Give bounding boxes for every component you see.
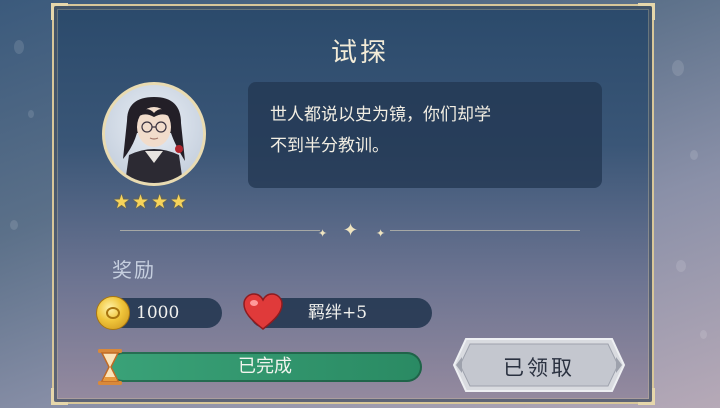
star-rating: ★ ★ ★ ★ xyxy=(113,193,187,212)
star-icon: ★ xyxy=(151,191,169,213)
divider-line xyxy=(390,230,580,231)
progress-status-label: 已完成 xyxy=(238,356,292,377)
panel-corner-ornament xyxy=(638,3,655,20)
coin-reward[interactable]: 1000 xyxy=(96,296,222,330)
bond-reward[interactable]: 羁绊+5 xyxy=(243,293,432,330)
divider-line xyxy=(120,230,320,231)
star-icon: ★ xyxy=(113,191,131,213)
bond-amount: 羁绊+5 xyxy=(308,303,368,323)
dialog-line: 世人都说以史为镜，你们却学 xyxy=(270,105,491,125)
background-droplet xyxy=(676,260,686,272)
task-title: 试探 xyxy=(330,38,389,68)
divider-ornament-icon: ✦ xyxy=(343,220,359,241)
heart-icon xyxy=(243,293,283,330)
task-progress-bar: 已完成 xyxy=(108,352,422,382)
panel-corner-ornament xyxy=(638,388,655,405)
divider-ornament-icon: ✦ xyxy=(376,227,386,240)
star-icon: ★ xyxy=(132,191,150,213)
character-portrait-image xyxy=(123,97,185,183)
panel-corner-ornament xyxy=(51,3,68,20)
background-droplet xyxy=(700,330,707,339)
coin-amount: 1000 xyxy=(136,303,180,323)
divider-ornament-icon: ✦ xyxy=(318,227,328,240)
star-icon: ★ xyxy=(170,191,188,213)
gold-coin-icon xyxy=(96,296,130,330)
dialog-box: 世人都说以史为镜，你们却学 不到半分教训。 xyxy=(248,82,602,188)
background-droplet xyxy=(690,150,698,160)
background-droplet xyxy=(28,110,34,118)
dialog-line: 不到半分教训。 xyxy=(270,136,389,156)
hourglass-icon xyxy=(98,349,122,385)
background-droplet xyxy=(10,220,18,230)
panel-corner-ornament xyxy=(51,388,68,405)
claim-button-label: 已领取 xyxy=(503,356,575,380)
ornamental-divider: ✦ ✦ ✦ xyxy=(120,222,580,240)
claim-button[interactable]: 已领取 xyxy=(452,337,626,393)
rewards-label: 奖励 xyxy=(112,258,156,282)
character-portrait[interactable] xyxy=(102,82,206,186)
